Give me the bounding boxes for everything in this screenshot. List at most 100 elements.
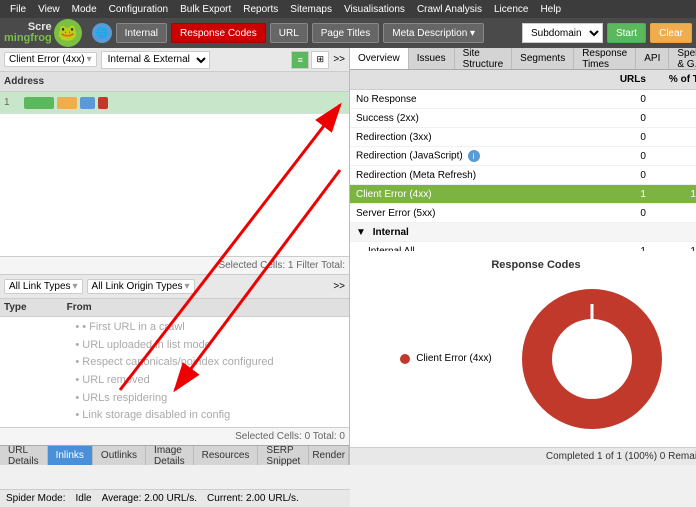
ov-label-internal-section: ▼ Internal: [356, 227, 596, 238]
otab-api[interactable]: API: [636, 48, 669, 69]
ov-pct-redirect-meta: 0%: [646, 170, 696, 181]
triangle-icon: ▼: [356, 227, 366, 238]
ov-col2-header: URLs: [596, 74, 646, 85]
completed-status: Completed 1 of 1 (100%) 0 Remaining: [546, 451, 696, 462]
tab-url-details[interactable]: URL Details: [0, 446, 48, 465]
spider-mode-label: Spider Mode:: [6, 493, 65, 504]
chart-section: Response Codes Client Error (4xx): [350, 251, 696, 448]
subdomain-select[interactable]: Subdomain: [522, 23, 603, 43]
inlinks-body: No Inlinks found. Possible reasons: • • …: [0, 317, 349, 427]
address-header: Address: [4, 76, 44, 87]
donut-container: Client Error (4xx): [358, 279, 696, 440]
inlinks-from-col: From: [67, 302, 92, 313]
otab-spelling[interactable]: Spelling & G...: [669, 48, 696, 69]
ov-label-no-response: No Response: [356, 94, 596, 105]
inlinks-filter-bar: All Link Types ▾ All Link Origin Types ▾…: [0, 275, 349, 299]
ov-label-server-error: Server Error (5xx): [356, 208, 596, 219]
more-btn[interactable]: >>: [333, 54, 345, 65]
inlinks-filter-tag1[interactable]: All Link Types ▾: [4, 279, 83, 294]
tab-render[interactable]: Render: [309, 446, 349, 465]
ov-row-redirect-meta[interactable]: Redirection (Meta Refresh) 0 0%: [350, 166, 696, 185]
table-row[interactable]: 1: [0, 92, 349, 114]
reason-7: • Orphan URLs from GA/GSC: [75, 425, 273, 427]
ov-row-internal-section[interactable]: ▼ Internal: [350, 223, 696, 242]
status-bar: Spider Mode: Idle Average: 2.00 URL/s. C…: [0, 489, 350, 507]
filter-tag-label: Client Error (4xx): [9, 54, 85, 65]
tab-serp-snippet[interactable]: SERP Snippet: [258, 446, 309, 465]
inlinks-filter1-label: All Link Types: [9, 281, 71, 292]
menu-sitemaps[interactable]: Sitemaps: [284, 4, 338, 15]
spider-mode-value: Idle: [75, 493, 91, 504]
grid-view-btn[interactable]: ⊞: [311, 51, 329, 69]
url-cell: [24, 97, 345, 109]
otab-overview[interactable]: Overview: [350, 48, 409, 69]
ov-label-success: Success (2xx): [356, 113, 596, 124]
ov-col3-header: % of Total: [646, 74, 696, 85]
tab-image-details[interactable]: Image Details: [146, 446, 194, 465]
otab-site-structure[interactable]: Site Structure: [455, 48, 513, 69]
ov-row-internal-all[interactable]: Internal All 1 100%: [350, 242, 696, 251]
ov-pct-client-error: 100%: [646, 189, 696, 200]
menu-bulk-export[interactable]: Bulk Export: [174, 4, 237, 15]
tab-inlinks[interactable]: Inlinks: [48, 446, 93, 465]
ov-label-client-error: Client Error (4xx): [356, 189, 596, 200]
ov-row-server-error[interactable]: Server Error (5xx) 0 0%: [350, 204, 696, 223]
list-view-btn[interactable]: ≡: [291, 51, 309, 69]
reason-6: • Link storage disabled in config: [75, 407, 273, 425]
ov-row-no-response[interactable]: No Response 0 0%: [350, 90, 696, 109]
menu-view[interactable]: View: [32, 4, 66, 15]
current-speed: Current: 2.00 URL/s.: [207, 493, 299, 504]
otab-segments[interactable]: Segments: [512, 48, 574, 69]
chart-title: Response Codes: [358, 259, 696, 271]
menu-mode[interactable]: Mode: [66, 4, 103, 15]
menu-crawl-analysis[interactable]: Crawl Analysis: [411, 4, 488, 15]
start-button[interactable]: Start: [607, 23, 646, 43]
inlinks-filter1-dropdown[interactable]: ▾: [73, 281, 78, 292]
ov-row-redirect-js[interactable]: Redirection (JavaScript) i 0 0%: [350, 147, 696, 166]
otab-response-times[interactable]: Response Times: [574, 48, 636, 69]
tab-resources[interactable]: Resources: [194, 446, 259, 465]
url-badge-red: [98, 97, 108, 109]
inlinks-table-header: Type From: [0, 299, 349, 317]
url-btn[interactable]: URL: [270, 23, 308, 43]
inlinks-more-btn[interactable]: >>: [333, 281, 345, 292]
filter-tag[interactable]: Client Error (4xx) ▾: [4, 52, 97, 67]
tab-outlinks[interactable]: Outlinks: [93, 446, 146, 465]
inlinks-filter2-dropdown[interactable]: ▾: [185, 281, 190, 292]
average-speed: Average: 2.00 URL/s.: [102, 493, 197, 504]
ov-val-server-error: 0: [596, 208, 646, 219]
menu-licence[interactable]: Licence: [488, 4, 534, 15]
ov-val-client-error: 1: [596, 189, 646, 200]
page-titles-btn[interactable]: Page Titles: [312, 23, 379, 43]
clear-button[interactable]: Clear: [650, 23, 692, 43]
right-panel: Overview Issues Site Structure Segments …: [350, 48, 696, 465]
info-icon: i: [468, 150, 480, 162]
otab-issues[interactable]: Issues: [409, 48, 455, 69]
inlinks-filter-tag2[interactable]: All Link Origin Types ▾: [87, 279, 195, 294]
menu-visualisations[interactable]: Visualisations: [338, 4, 411, 15]
ov-row-client-error[interactable]: Client Error (4xx) 1 100%: [350, 185, 696, 204]
bottom-tabs: URL Details Inlinks Outlinks Image Detai…: [0, 445, 349, 465]
menu-reports[interactable]: Reports: [237, 4, 284, 15]
ov-val-redirect-3xx: 0: [596, 132, 646, 143]
inlinks-panel: All Link Types ▾ All Link Origin Types ▾…: [0, 274, 349, 445]
ov-val-redirect-js: 0: [596, 151, 646, 162]
menu-file[interactable]: File: [4, 4, 32, 15]
menu-help[interactable]: Help: [534, 4, 567, 15]
internal-btn[interactable]: Internal: [116, 23, 167, 43]
filter-remove-btn[interactable]: ▾: [87, 54, 92, 65]
ov-val-success: 0: [596, 113, 646, 124]
url-badge-green: [24, 97, 54, 109]
overview-header: URLs % of Total: [350, 70, 696, 90]
menu-configuration[interactable]: Configuration: [103, 4, 174, 15]
ov-label-redirect-js: Redirection (JavaScript) i: [356, 150, 596, 162]
ov-pct-redirect-js: 0%: [646, 151, 696, 162]
ov-row-success[interactable]: Success (2xx) 0 0%: [350, 109, 696, 128]
ov-pct-redirect-3xx: 0%: [646, 132, 696, 143]
meta-description-btn[interactable]: Meta Description ▾: [383, 23, 484, 43]
ov-row-redirect-3xx[interactable]: Redirection (3xx) 0 0%: [350, 128, 696, 147]
response-codes-btn[interactable]: Response Codes: [171, 23, 266, 43]
logo: Scre mingfrog 🐸: [4, 19, 82, 47]
no-inlinks-message: No Inlinks found. Possible reasons: • • …: [67, 317, 281, 427]
filter-source-select[interactable]: Internal & External: [101, 51, 210, 69]
